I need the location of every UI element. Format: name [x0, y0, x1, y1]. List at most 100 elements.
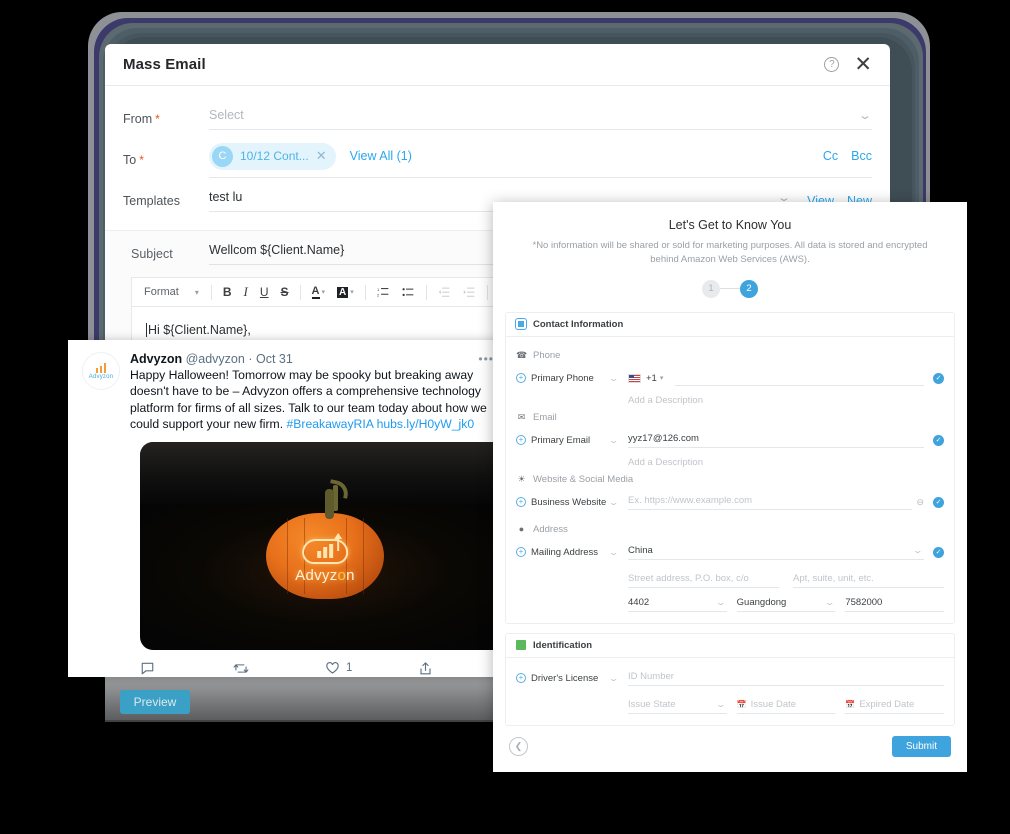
contact-information-header: Contact Information: [506, 313, 954, 337]
heart-icon[interactable]: 1: [325, 661, 418, 676]
tweet-hashtag[interactable]: #BreakawayRIA: [286, 417, 373, 431]
identification-header: Identification: [506, 634, 954, 658]
mailing-address-label-group: + Mailing Address ⌄: [516, 547, 628, 558]
postal-code-input[interactable]: 7582000: [845, 597, 945, 612]
remove-circle-icon[interactable]: ⊖: [916, 497, 924, 508]
cc-link[interactable]: Cc: [823, 149, 838, 163]
chevron-down-icon: ⌄: [823, 597, 835, 607]
from-label: From *: [123, 112, 160, 126]
to-required-marker: *: [139, 153, 144, 167]
bullet-list-icon[interactable]: [397, 286, 420, 299]
ordered-list-icon[interactable]: 12: [372, 286, 395, 299]
verified-icon[interactable]: ✓: [933, 496, 944, 508]
indent-icon[interactable]: [458, 286, 481, 299]
country-select[interactable]: China ⌄: [628, 545, 924, 560]
strikethrough-button[interactable]: S: [276, 285, 294, 299]
add-icon[interactable]: +: [516, 373, 526, 384]
help-circle-icon[interactable]: ?: [824, 57, 840, 72]
close-icon[interactable]: ✕: [316, 148, 327, 164]
verified-icon[interactable]: ✓: [933, 434, 944, 446]
from-select[interactable]: Select ⌄: [209, 108, 872, 130]
tweet-handle[interactable]: @advyzon: [186, 352, 245, 366]
phone-description-input[interactable]: Add a Description: [628, 390, 944, 408]
step-1[interactable]: 1: [702, 279, 720, 298]
chevron-left-icon[interactable]: ❮: [509, 736, 528, 756]
address-region-row: 4402 ⌄ Guangdong ⌄ 7582000: [628, 597, 945, 612]
identification-body: + Driver's License ⌄ ID Number Issue Sta…: [506, 658, 954, 725]
submit-button[interactable]: Submit: [891, 735, 951, 757]
svg-text:2: 2: [377, 292, 380, 297]
tweet-card: Advyzon ••• Advyzon @advyzon · Oct 31 Ha…: [68, 340, 510, 677]
highlight-label: A: [337, 286, 349, 298]
preview-button[interactable]: Preview: [120, 690, 190, 714]
pumpkin-graphic: Advyzon: [266, 489, 384, 600]
tweet-separator: ·: [248, 352, 253, 366]
apt-suite-input[interactable]: Apt, suite, unit, etc.: [793, 573, 944, 588]
recipient-chip[interactable]: C 10/12 Cont... ✕: [209, 142, 336, 170]
phone-group-title: Phone: [533, 349, 561, 361]
add-icon[interactable]: +: [516, 497, 526, 508]
add-icon[interactable]: +: [516, 673, 526, 684]
calendar-icon: 📅: [736, 699, 747, 709]
highlight-color-button[interactable]: A ▾: [332, 286, 359, 298]
bold-button[interactable]: B: [218, 285, 237, 299]
retweet-icon[interactable]: [233, 661, 326, 676]
outdent-icon[interactable]: [433, 286, 456, 299]
add-icon[interactable]: +: [516, 435, 526, 446]
toolbar-divider: [364, 284, 366, 300]
format-dropdown[interactable]: Format: [139, 286, 205, 298]
tweet-image[interactable]: Advyzon: [140, 441, 510, 650]
province-select[interactable]: Guangdong ⌄: [736, 597, 836, 612]
chevron-down-icon[interactable]: ▾: [660, 374, 664, 382]
contact-information-body: ☎ Phone + Primary Phone ⌄ +1 ▾ ✓ Add a D…: [506, 337, 954, 623]
from-placeholder: Select: [209, 108, 244, 122]
tweet-date[interactable]: Oct 31: [256, 352, 293, 366]
close-icon[interactable]: ✕: [854, 54, 872, 75]
city-code-select[interactable]: 4402 ⌄: [628, 597, 727, 612]
email-group-title: Email: [533, 411, 557, 423]
cloud-chart-icon: [301, 532, 348, 564]
tweet-link[interactable]: hubs.ly/H0yW_jk0: [377, 417, 475, 431]
primary-email-input[interactable]: yyz17@126.com: [628, 433, 924, 448]
business-website-row: + Business Website ⌄ Ex. https://www.exa…: [516, 491, 944, 514]
drivers-license-label-group: + Driver's License ⌄: [516, 673, 628, 684]
svg-text:1: 1: [377, 286, 380, 291]
us-flag-icon[interactable]: [628, 373, 641, 383]
text-caret: [146, 323, 147, 337]
primary-phone-input[interactable]: [675, 371, 924, 386]
verified-icon[interactable]: ✓: [933, 372, 944, 384]
more-horizontal-icon[interactable]: •••: [478, 352, 494, 366]
page-title: Let's Get to Know You: [668, 218, 792, 232]
from-required-marker: *: [155, 112, 160, 126]
tweet-display-name[interactable]: Advyzon: [130, 352, 182, 366]
text-color-button[interactable]: A ▾: [307, 285, 330, 299]
business-website-input[interactable]: Ex. https://www.example.com: [628, 495, 913, 510]
street-address-input[interactable]: Street address, P.O. box, c/o: [628, 573, 779, 588]
primary-phone-label: Primary Phone: [531, 372, 594, 384]
expired-date-input[interactable]: 📅 Expired Date: [845, 699, 945, 714]
avatar[interactable]: Advyzon: [82, 352, 120, 390]
bcc-link[interactable]: Bcc: [851, 149, 872, 163]
country-value: China: [628, 544, 653, 556]
step-2[interactable]: 2: [740, 279, 758, 298]
contact-information-card: Contact Information ☎ Phone + Primary Ph…: [505, 311, 955, 624]
underline-button[interactable]: U: [255, 285, 274, 299]
phone-group-header: ☎ Phone: [516, 350, 944, 361]
italic-button[interactable]: I: [239, 284, 253, 300]
email-description-input[interactable]: Add a Description: [628, 452, 944, 470]
city-code-value: 4402: [628, 596, 650, 608]
view-all-link[interactable]: View All (1): [350, 149, 412, 163]
add-icon[interactable]: +: [516, 547, 526, 558]
issue-state-select[interactable]: Issue State ⌄: [628, 699, 727, 714]
mailing-address-label: Mailing Address: [531, 546, 599, 558]
email-group-header: ✉ Email: [516, 412, 944, 423]
to-field[interactable]: C 10/12 Cont... ✕ View All (1) Cc Bcc: [209, 142, 872, 178]
mass-email-header: Mass Email ? ✕: [105, 44, 890, 86]
calendar-icon: 📅: [845, 699, 856, 709]
primary-email-label: Primary Email: [531, 434, 591, 446]
reply-icon[interactable]: [140, 661, 233, 676]
issue-date-input[interactable]: 📅 Issue Date: [736, 699, 836, 714]
id-number-input[interactable]: ID Number: [628, 671, 944, 686]
verified-icon[interactable]: ✓: [933, 546, 944, 558]
dialog-header-actions: ? ✕: [824, 54, 872, 75]
